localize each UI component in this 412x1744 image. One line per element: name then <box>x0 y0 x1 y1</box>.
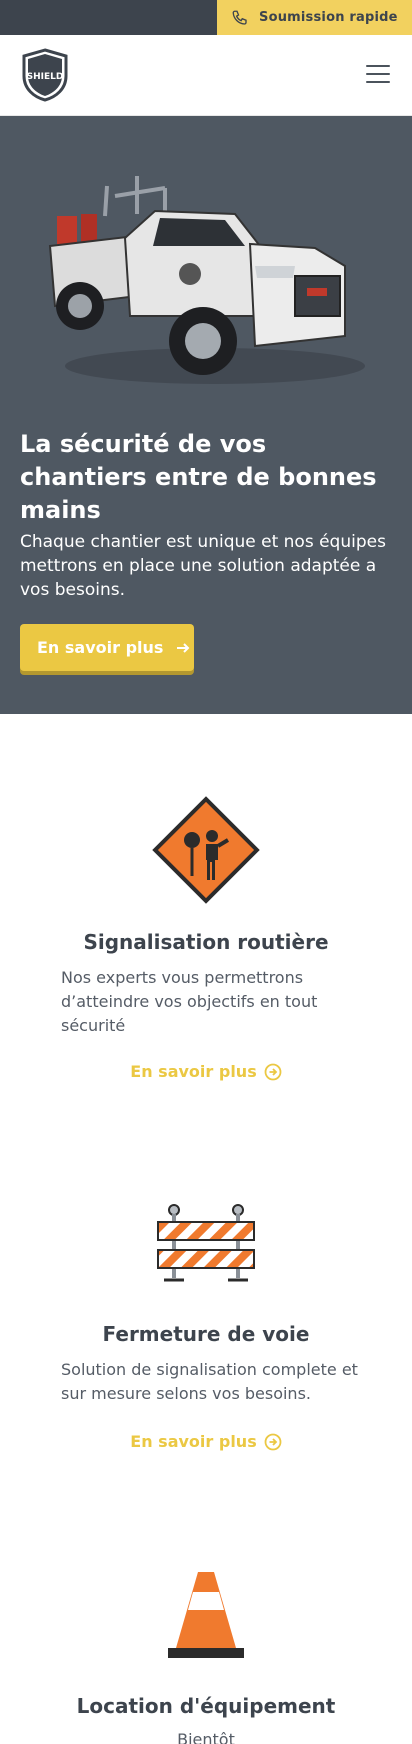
arrow-circle-right-icon <box>264 1063 282 1080</box>
arrow-right-icon <box>177 642 190 653</box>
service-title: Signalisation routière <box>83 930 329 954</box>
service-learn-more-link[interactable]: En savoir plus <box>0 1432 412 1451</box>
service-fermeture-de-voie: Fermeture de voie Solution de signalisat… <box>0 1108 412 1478</box>
road-barrier-icon <box>157 1204 255 1282</box>
service-description: Nos experts vous permettrons d’atteindre… <box>61 968 318 1035</box>
service-link-label: En savoir plus <box>130 1432 257 1451</box>
service-learn-more-link[interactable]: En savoir plus <box>0 1062 412 1081</box>
hero-subtitle: Chaque chantier est unique et nos équipe… <box>20 532 386 600</box>
hero-learn-more-button[interactable]: En savoir plus <box>20 624 194 671</box>
pickup-truck-image <box>48 176 365 384</box>
quick-quote-label: Soumission rapide <box>259 10 398 25</box>
navbar: SHIELD <box>0 35 412 116</box>
hero-section: La sécurité de vos chantiers entre de bo… <box>0 116 412 714</box>
shield-logo[interactable]: SHIELD <box>20 48 70 102</box>
service-description: Solution de signalisation complete et su… <box>61 1360 358 1403</box>
phone-icon <box>232 10 247 25</box>
service-title: Fermeture de voie <box>102 1322 310 1346</box>
flagger-sign-icon <box>152 796 260 904</box>
svg-text:SHIELD: SHIELD <box>27 72 64 82</box>
hero-title: La sécurité de vos chantiers entre de bo… <box>20 430 377 524</box>
service-title: Location d'équipement <box>76 1694 336 1718</box>
top-bar: Soumission rapide <box>0 0 412 35</box>
service-signalisation: Signalisation routière Nos experts vous … <box>0 714 412 1108</box>
service-link-label: En savoir plus <box>130 1062 257 1081</box>
traffic-cone-icon <box>168 1572 244 1658</box>
service-location-equipement: Location d'équipement Bientôt <box>0 1478 412 1744</box>
service-description: Bientôt <box>177 1730 235 1744</box>
quick-quote-button[interactable]: Soumission rapide <box>217 0 412 35</box>
hero-cta-label: En savoir plus <box>37 638 164 657</box>
arrow-circle-right-icon <box>264 1433 282 1450</box>
hamburger-menu-icon[interactable] <box>366 65 390 85</box>
